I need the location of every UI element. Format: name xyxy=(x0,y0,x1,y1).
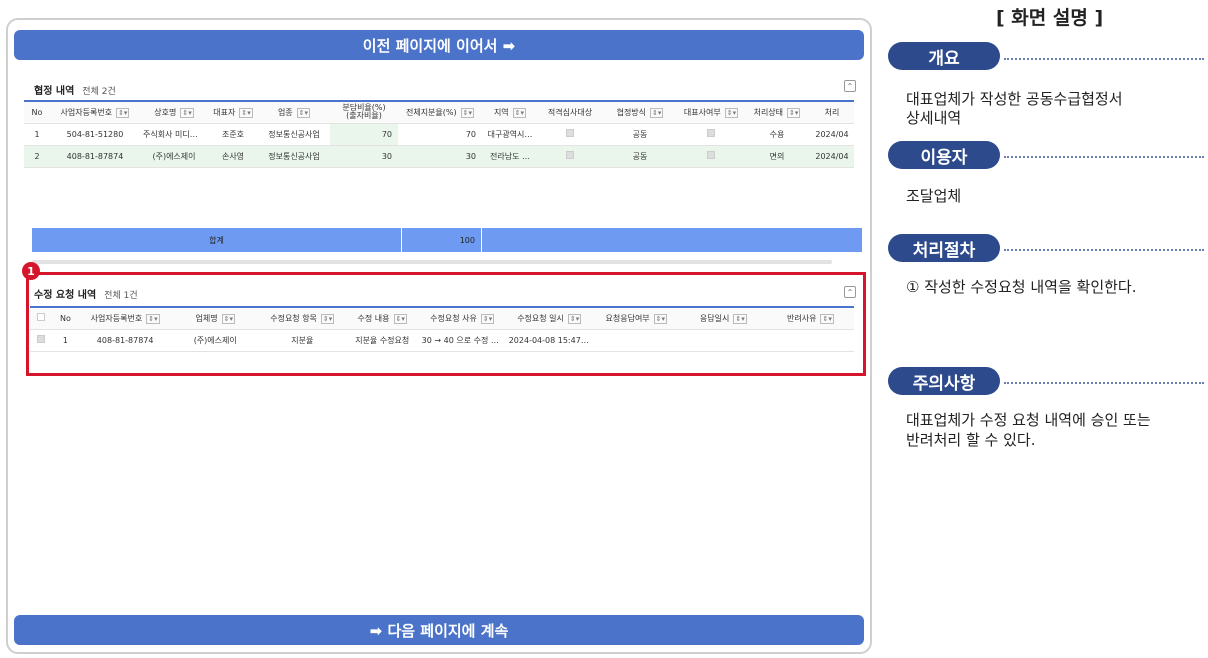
sort-icon[interactable]: ⇕▾ xyxy=(239,107,253,118)
step-marker: 1 xyxy=(22,262,40,280)
modify-table: No 사업자등록번호 ⇕▾ 업체명 ⇕▾ 수정요청 항목 ⇕▾ 수정 내용 ⇕▾ 수정요… xyxy=(30,306,854,352)
agreement-section-title: 협정 내역 전체 2건 xyxy=(34,82,116,97)
sort-icon[interactable]: ⇕▾ xyxy=(820,313,834,324)
sort-icon[interactable]: ⇕▾ xyxy=(393,313,407,324)
horizontal-scrollbar[interactable] xyxy=(32,260,832,264)
overview-text-2: 상세내역 xyxy=(906,109,962,127)
sort-icon[interactable]: ⇕▾ xyxy=(567,313,582,324)
col-reason[interactable]: 수정요청 사유 ⇕▾ xyxy=(418,307,506,330)
caution-text-2: 반려처리 할 수 있다. xyxy=(906,431,1036,449)
col-ratio[interactable]: 분담비율(%) (출자비율) xyxy=(330,101,398,124)
overview-label: 개요 xyxy=(888,42,1000,70)
sort-icon[interactable]: ⇕▾ xyxy=(320,313,335,324)
sort-icon[interactable]: ⇕▾ xyxy=(480,313,495,324)
sort-icon[interactable]: ⇕▾ xyxy=(146,313,160,324)
table-row[interactable]: 2 408-81-87874 (주)에스제이 손사영 정보통신공사업 30 30… xyxy=(24,145,854,168)
caution-label: 주의사항 xyxy=(888,367,1000,395)
sum-value: 100 xyxy=(402,228,482,252)
sort-icon[interactable]: ⇕▾ xyxy=(296,107,311,118)
col-reject[interactable]: 반려사유 ⇕▾ xyxy=(766,307,854,330)
modify-header-row: No 사업자등록번호 ⇕▾ 업체명 ⇕▾ 수정요청 항목 ⇕▾ 수정 내용 ⇕▾ 수정요… xyxy=(30,307,854,330)
review-checkbox[interactable] xyxy=(566,129,574,137)
next-page-banner: ➡ 다음 페이지에 계속 xyxy=(14,615,864,645)
col-industry[interactable]: 업종 ⇕▾ xyxy=(258,101,330,124)
process-text: ① 작성한 수정요청 내역을 확인한다. xyxy=(906,278,1137,296)
process-label: 처리절차 xyxy=(888,234,1000,262)
col-ceo[interactable]: 대표자 ⇕▾ xyxy=(208,101,258,124)
sort-icon[interactable]: ⇕▾ xyxy=(650,107,664,118)
col-name[interactable]: 상호명 ⇕▾ xyxy=(140,101,208,124)
select-all-checkbox[interactable] xyxy=(37,313,46,322)
modify-section-title: 수정 요청 내역 전체 1건 xyxy=(34,286,138,301)
table-row[interactable]: 1 504-81-51280 주식회사 미디어… 조준호 정보통신공사업 70 … xyxy=(24,123,854,146)
col-status[interactable]: 처리상태 ⇕▾ xyxy=(744,101,810,124)
agreement-header-row: No 사업자등록번호 ⇕▾ 상호명 ⇕▾ 대표자 ⇕▾ 업종 ⇕▾ 분담비율(%) (출… xyxy=(24,101,854,124)
col-name[interactable]: 업체명 ⇕▾ xyxy=(171,307,259,330)
col-share[interactable]: 전체지분율(%) ⇕▾ xyxy=(398,101,482,124)
col-resp-date[interactable]: 응답일시 ⇕▾ xyxy=(679,307,767,330)
caution-text-1: 대표업체가 수정 요청 내역에 승인 또는 xyxy=(906,411,1151,429)
sort-icon[interactable]: ⇕▾ xyxy=(221,313,235,324)
rep-checkbox[interactable] xyxy=(707,129,715,137)
col-biz[interactable]: 사업자등록번호 ⇕▾ xyxy=(78,307,172,330)
rep-checkbox[interactable] xyxy=(707,151,715,159)
sort-icon[interactable]: ⇕▾ xyxy=(653,313,668,324)
user-text: 조달업체 xyxy=(906,187,962,205)
col-biz[interactable]: 사업자등록번호 ⇕▾ xyxy=(50,101,140,124)
sort-icon[interactable]: ⇕▾ xyxy=(460,107,475,118)
sort-icon[interactable]: ⇕▾ xyxy=(180,107,194,118)
agreement-title: 협정 내역 xyxy=(34,86,75,97)
agreement-sum-bar: 합계 100 xyxy=(32,228,862,252)
modify-count: 전체 1건 xyxy=(104,291,138,301)
col-method[interactable]: 협정방식 ⇕▾ xyxy=(602,101,678,124)
col-no: No xyxy=(52,307,79,330)
col-date[interactable]: 수정요청 일시 ⇕▾ xyxy=(505,307,593,330)
sort-icon[interactable]: ⇕▾ xyxy=(116,107,130,118)
review-checkbox[interactable] xyxy=(566,151,574,159)
modify-collapse-button[interactable]: ⌃ xyxy=(844,286,856,298)
col-rep[interactable]: 대표사여부 ⇕▾ xyxy=(678,101,744,124)
row-checkbox[interactable] xyxy=(37,335,46,343)
sort-icon[interactable]: ⇕▾ xyxy=(724,107,739,118)
col-review: 적격심사대상 xyxy=(538,101,602,124)
sort-icon[interactable]: ⇕▾ xyxy=(787,107,801,118)
col-resp[interactable]: 요청응답여부 ⇕▾ xyxy=(592,307,680,330)
agreement-count: 전체 2건 xyxy=(82,87,116,97)
sort-icon[interactable]: ⇕▾ xyxy=(512,107,527,118)
sort-icon[interactable]: ⇕▾ xyxy=(733,313,747,324)
modify-title: 수정 요청 내역 xyxy=(34,290,97,301)
table-row[interactable]: 1 408-81-87874 (주)에스제이 지분율 지분율 수정요청 30 →… xyxy=(30,329,854,352)
user-label: 이용자 xyxy=(888,141,1000,169)
col-item[interactable]: 수정요청 항목 ⇕▾ xyxy=(258,307,346,330)
agreement-collapse-button[interactable]: ⌃ xyxy=(844,80,856,92)
sum-label: 합계 xyxy=(32,228,402,252)
col-date: 처리 xyxy=(810,101,854,124)
panel-title: [ 화면 설명 ] xyxy=(996,7,1104,29)
previous-page-banner: 이전 페이지에 이어서 ➡ xyxy=(14,30,864,60)
col-no: No xyxy=(24,101,50,124)
overview-text-1: 대표업체가 작성한 공동수급협정서 xyxy=(906,90,1123,108)
col-region[interactable]: 지역 ⇕▾ xyxy=(482,101,538,124)
col-content[interactable]: 수정 내용 ⇕▾ xyxy=(345,307,419,330)
agreement-table: No 사업자등록번호 ⇕▾ 상호명 ⇕▾ 대표자 ⇕▾ 업종 ⇕▾ 분담비율(%) (출… xyxy=(24,100,854,168)
